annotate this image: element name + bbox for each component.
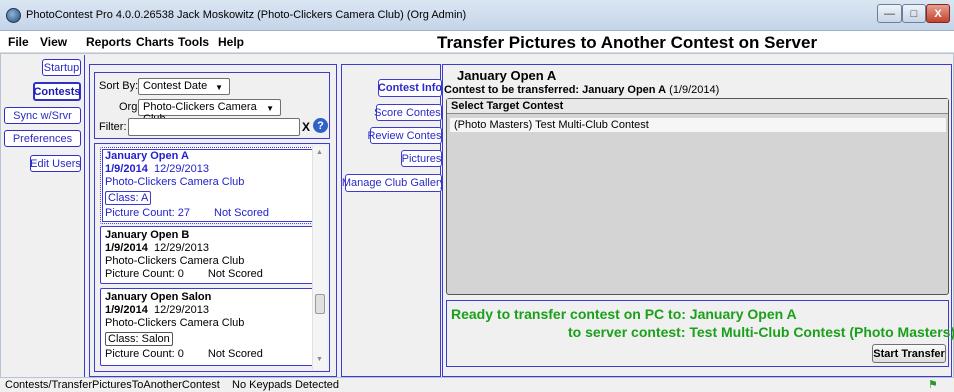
nav-preferences[interactable]: Preferences [4,130,81,147]
picture-count: Picture Count: 0 [105,348,184,360]
contest-club: Photo-Clickers Camera Club [105,255,245,267]
start-transfer-button[interactable]: Start Transfer [872,344,946,363]
scroll-down-icon[interactable]: ▼ [316,356,323,363]
window-title: PhotoContest Pro 4.0.0.26538 Jack Moskow… [26,9,467,21]
tab-pictures[interactable]: Pictures [401,150,442,167]
chevron-down-icon: ▼ [266,104,274,113]
score-status: Not Scored [207,268,263,280]
nav-contests[interactable]: Contests [33,82,81,101]
contest-name: January Open Salon [105,291,212,303]
menu-file[interactable]: File [8,35,29,49]
menu-reports[interactable]: Reports [86,35,131,49]
menu-tools[interactable]: Tools [178,35,209,49]
sort-value: Contest Date [143,80,208,92]
target-contest-row[interactable]: (Photo Masters) Test Multi-Club Contest [450,118,946,132]
minimize-button[interactable]: — [877,4,902,23]
nav-divider [84,55,85,377]
keypad-status: No Keypads Detected [232,379,340,391]
contest-close-date: 12/29/2013 [153,242,210,254]
menu-charts[interactable]: Charts [136,35,174,49]
flag-icon: ⚑ [928,379,938,391]
contest-date: 1/9/2014 [105,242,148,254]
menu-view[interactable]: View [40,35,67,49]
clear-filter-button[interactable]: X [302,120,310,134]
tab-contest-info[interactable]: Contest Info [378,79,442,97]
status-bar: Contests/TransferPicturesToAnotherContes… [0,378,954,392]
title-bar: PhotoContest Pro 4.0.0.26538 Jack Moskow… [0,0,954,31]
score-status: Not Scored [207,348,263,360]
contest-card[interactable]: January Open Salon 1/9/2014 12/29/2013 P… [100,288,316,366]
contest-close-date: 12/29/2013 [153,163,210,175]
contest-club: Photo-Clickers Camera Club [105,317,245,329]
contest-close-date: 12/29/2013 [153,304,210,316]
nav-edit-users[interactable]: Edit Users [30,155,81,172]
target-contest-list: Select Target Contest (Photo Masters) Te… [446,98,949,295]
filter-panel: Sort By: Contest Date ▼ Org: Photo-Click… [94,72,330,139]
transfer-info: Contest to be transferred: January Open … [444,84,719,96]
transfer-name: January Open A [582,84,667,96]
tab-manage-club-gallery[interactable]: Manage Club Gallery [342,174,445,192]
contest-card[interactable]: January Open A 1/9/2014 12/29/2013 Photo… [100,147,316,224]
class-badge: Class: A [105,191,152,205]
sort-select[interactable]: Contest Date ▼ [138,78,230,95]
contest-date: 1/9/2014 [105,304,148,316]
picture-count: Picture Count: 0 [105,268,184,280]
detail-contest-name: January Open A [457,68,557,83]
contest-date: 1/9/2014 [105,163,148,175]
app-camera-icon [6,8,21,23]
picture-count: Picture Count: 27 [105,207,190,219]
class-badge: Class: Salon [105,332,173,346]
scroll-up-icon[interactable]: ▲ [316,149,323,156]
contest-list: January Open A 1/9/2014 12/29/2013 Photo… [94,143,330,372]
transfer-label: Contest to be transferred: [444,84,580,96]
tab-score-contest[interactable]: Score Contest [374,104,444,121]
status-path: Contests/TransferPicturesToAnotherContes… [5,379,220,391]
tab-review-contest[interactable]: Review Contest [367,127,445,144]
chevron-down-icon: ▼ [215,83,223,92]
ready-line-2: to server contest: Test Multi-Club Conte… [568,324,954,340]
contest-name: January Open B [105,229,190,241]
maximize-button[interactable]: □ [902,4,926,23]
target-list-header: Select Target Contest [447,99,948,114]
ready-line-1: Ready to transfer contest on PC to: Janu… [451,306,797,322]
nav-sync-server[interactable]: Sync w/Srvr [4,107,81,124]
scroll-thumb[interactable] [315,294,325,314]
nav-startup[interactable]: Startup [42,59,81,76]
contest-list-scrollbar[interactable]: ▲ ▼ [312,146,327,370]
sort-label: Sort By: [99,80,139,92]
transfer-date: (1/9/2014) [669,84,720,96]
menu-bar: File View Reports Charts Tools Help Tran… [0,31,954,53]
ready-status-panel: Ready to transfer contest on PC to: Janu… [446,300,954,367]
contest-club: Photo-Clickers Camera Club [105,176,245,188]
page-title: Transfer Pictures to Another Contest on … [437,33,818,52]
menu-help[interactable]: Help [218,35,244,49]
close-button[interactable]: X [926,4,950,23]
contest-name: January Open A [105,150,189,162]
contest-card[interactable]: January Open B 1/9/2014 12/29/2013 Photo… [100,226,316,284]
help-icon[interactable]: ? [313,118,328,133]
filter-label: Filter: [99,121,127,133]
score-status: Not Scored [214,207,270,219]
org-select[interactable]: Photo-Clickers Camera Club ▼ [138,99,281,125]
filter-input[interactable] [128,118,300,136]
